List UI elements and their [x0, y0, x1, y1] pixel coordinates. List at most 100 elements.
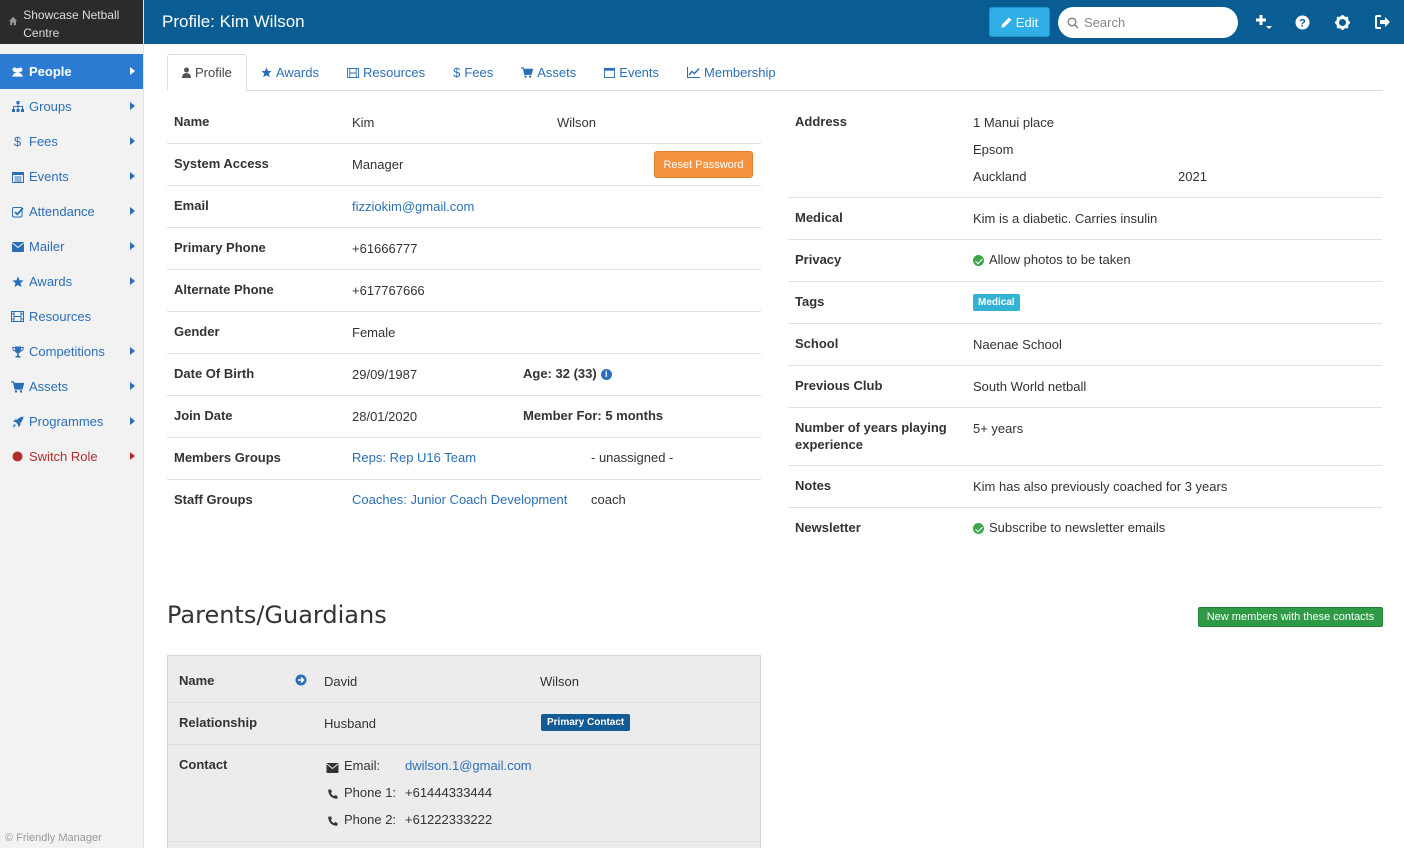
sidebar-item-label: Switch Role — [29, 449, 98, 464]
email-label: Email — [174, 198, 209, 213]
previous-club-value: South World netball — [973, 379, 1087, 394]
help-icon[interactable]: ? — [1293, 13, 1311, 31]
table-row: Alternate Phone +617767666 — [167, 270, 761, 312]
sidebar-item-assets[interactable]: Assets — [0, 369, 143, 404]
tab-membership[interactable]: Membership — [673, 54, 790, 91]
members-group-link[interactable]: Reps: Rep U16 Team — [352, 450, 476, 465]
sidebar-item-competitions[interactable]: Competitions — [0, 334, 143, 369]
tab-label: Assets — [537, 65, 577, 80]
table-row: Gender Female — [167, 312, 761, 354]
contact-phone2-value: +61222333222 — [405, 812, 493, 827]
privacy-label: Privacy — [795, 252, 842, 267]
info-icon[interactable]: i — [600, 369, 612, 381]
arrow-circle-right-icon[interactable] — [295, 674, 307, 689]
sign-out-icon[interactable] — [1374, 13, 1392, 31]
member-for: Member For: 5 months — [523, 408, 664, 423]
contact-phone1-value: +61444333444 — [405, 785, 493, 800]
calendar-icon — [11, 170, 24, 183]
sidebar-item-people[interactable]: People — [0, 54, 143, 89]
sidebar-item-awards[interactable]: Awards — [0, 264, 143, 299]
tag-medical[interactable]: Medical — [973, 294, 1020, 311]
table-row: Newsletter Subscribe to newsletter email… — [788, 508, 1382, 550]
pencil-icon — [1001, 17, 1012, 27]
guardians-heading: Parents/Guardians — [167, 601, 387, 629]
tab-resources[interactable]: Resources — [333, 54, 439, 91]
sidebar-item-mailer[interactable]: Mailer — [0, 229, 143, 264]
first-name: Kim — [352, 115, 375, 130]
sidebar-item-attendance[interactable]: Attendance — [0, 194, 143, 229]
rocket-icon — [11, 415, 24, 428]
newsletter-label: Newsletter — [795, 520, 861, 535]
email-link[interactable]: fizziokim@gmail.com — [352, 199, 474, 214]
staff-group-link[interactable]: Coaches: Junior Coach Development — [352, 492, 567, 507]
add-icon[interactable] — [1254, 13, 1272, 31]
calendar-icon — [604, 67, 616, 78]
table-row: Name David Wilson — [168, 656, 760, 703]
sidebar-item-switch-role[interactable]: Switch Role — [0, 439, 143, 474]
table-row: Number of years playing experience 5+ ye… — [788, 408, 1382, 466]
tab-assets[interactable]: Assets — [507, 54, 590, 91]
page-title: Profile: Kim Wilson — [162, 12, 305, 31]
relationship-label: Relationship — [179, 715, 258, 730]
caret-right-icon — [130, 347, 135, 355]
tab-awards[interactable]: Awards — [247, 54, 333, 91]
sidebar-item-groups[interactable]: Groups — [0, 89, 143, 124]
sidebar-nav: People Groups $ Fees Events Attendance M… — [0, 54, 143, 474]
brand[interactable]: Showcase Netball Centre — [0, 0, 143, 44]
sidebar-item-resources[interactable]: Resources — [0, 299, 143, 334]
sidebar-item-label: Attendance — [29, 204, 95, 219]
tab-events[interactable]: Events — [590, 54, 673, 91]
sidebar-item-label: Events — [29, 169, 69, 184]
caret-right-icon — [130, 417, 135, 425]
sidebar-item-fees[interactable]: $ Fees — [0, 124, 143, 159]
caret-right-icon — [130, 172, 135, 180]
sitemap-icon — [11, 100, 24, 113]
caret-right-icon — [130, 242, 135, 250]
tab-label: Profile — [195, 65, 232, 80]
table-row: Members Groups Reps: Rep U16 Team - unas… — [167, 438, 761, 480]
table-row: Previous Club South World netball — [788, 366, 1382, 408]
newsletter-value: Subscribe to newsletter emails — [973, 520, 1165, 535]
search-input[interactable] — [1084, 15, 1224, 30]
caret-right-icon — [130, 137, 135, 145]
system-access-label: System Access — [174, 156, 269, 171]
medical-label: Medical — [795, 210, 843, 225]
sidebar-item-programmes[interactable]: Programmes — [0, 404, 143, 439]
sidebar-item-label: Programmes — [29, 414, 104, 429]
table-row: Relationship Husband Primary Contact — [168, 703, 760, 745]
user-icon — [182, 67, 191, 78]
svg-text:?: ? — [1299, 17, 1306, 29]
dob-label: Date Of Birth — [174, 366, 255, 381]
footer-copyright: © Friendly Manager — [5, 832, 102, 844]
table-row: Address 1 Manui place Epsom Auckland 202… — [788, 101, 1382, 198]
dollar-icon: $ — [453, 65, 461, 80]
tab-profile[interactable]: Profile — [167, 54, 247, 91]
new-members-button[interactable]: New members with these contacts — [1198, 607, 1383, 627]
guardian-last-name: Wilson — [540, 674, 580, 689]
years-playing-label-2: experience — [795, 437, 863, 452]
table-row: Name Kim Wilson — [167, 101, 761, 144]
home-icon — [9, 16, 18, 26]
sidebar-item-events[interactable]: Events — [0, 159, 143, 194]
top-bar: Profile: Kim Wilson Edit ? — [144, 0, 1404, 44]
film-icon — [11, 310, 24, 323]
alternate-phone-value: +617767666 — [352, 283, 425, 298]
tab-label: Resources — [362, 65, 426, 80]
film-icon — [347, 67, 359, 78]
guardian-name-label: Name — [179, 673, 215, 688]
contact-email-link[interactable]: dwilson.1@gmail.com — [405, 758, 532, 773]
staff-group-role: coach — [591, 492, 626, 507]
alternate-phone-label: Alternate Phone — [174, 282, 274, 297]
tab-fees[interactable]: $ Fees — [439, 54, 507, 91]
join-date-label: Join Date — [174, 408, 233, 423]
medical-value: Kim is a diabetic. Carries insulin — [973, 211, 1158, 226]
tab-label: Awards — [275, 65, 319, 80]
line-chart-icon — [687, 67, 701, 78]
caret-right-icon — [130, 67, 135, 75]
gender-value: Female — [352, 325, 396, 340]
reset-password-button[interactable]: Reset Password — [654, 151, 753, 178]
edit-button[interactable]: Edit — [989, 7, 1050, 37]
star-icon — [261, 67, 272, 78]
gear-icon[interactable] — [1333, 13, 1351, 31]
join-date-value: 28/01/2020 — [352, 409, 418, 424]
